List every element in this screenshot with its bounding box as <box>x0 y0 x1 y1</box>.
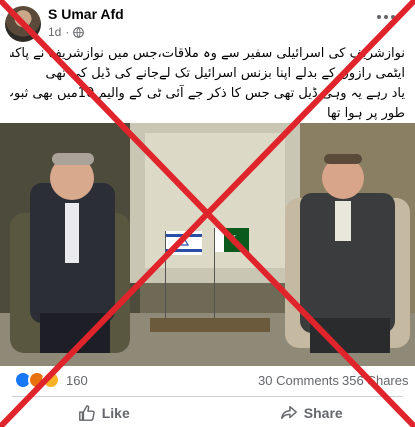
caption-line: نوازشریف کی اسرائیلی سفیر سے وہ ملاقات،ج… <box>10 46 405 61</box>
caption-line: طور پر ہوا تھا <box>326 106 405 121</box>
reaction-count[interactable]: 160 <box>66 373 88 388</box>
divider <box>12 396 403 397</box>
reactions-summary: 160 30 Comments 356 Shares <box>0 367 415 393</box>
globe-icon <box>73 26 85 38</box>
caption-line: یاد رہے یہ وہی ڈیل تھی جس کا ذکر جے آئی … <box>10 86 405 101</box>
meeting-photo-illustration <box>0 123 415 366</box>
share-button[interactable]: Share <box>208 398 415 427</box>
dot-separator: · <box>65 25 70 39</box>
thumbs-up-icon <box>78 404 95 421</box>
post-actions: Like Share <box>0 398 415 427</box>
post-header: S Umar Afd 1d · <box>0 0 415 42</box>
share-arrow-icon <box>280 405 297 419</box>
like-label: Like <box>101 404 130 421</box>
timestamp-text[interactable]: 1d <box>48 25 61 39</box>
author-name[interactable]: S Umar Afd <box>48 6 124 22</box>
post-photo[interactable] <box>0 123 415 366</box>
like-button[interactable]: Like <box>0 398 208 427</box>
facebook-post: S Umar Afd 1d · نوازشریف کی اسرائیلی سفی… <box>0 0 415 427</box>
haha-reaction-icon <box>42 371 60 389</box>
comments-count[interactable]: 30 Comments <box>258 373 339 388</box>
post-timestamp[interactable]: 1d · <box>48 25 85 39</box>
author-avatar[interactable] <box>5 6 41 42</box>
caption-line: ایٹمی رازوں کے بدلے اپنا بزنس اسرائیل تک… <box>45 66 406 81</box>
more-options-icon[interactable] <box>372 10 400 24</box>
post-caption: نوازشریف کی اسرائیلی سفیر سے وہ ملاقات،ج… <box>10 44 405 124</box>
shares-count[interactable]: 356 Shares <box>342 373 409 388</box>
share-label: Share <box>303 404 343 421</box>
